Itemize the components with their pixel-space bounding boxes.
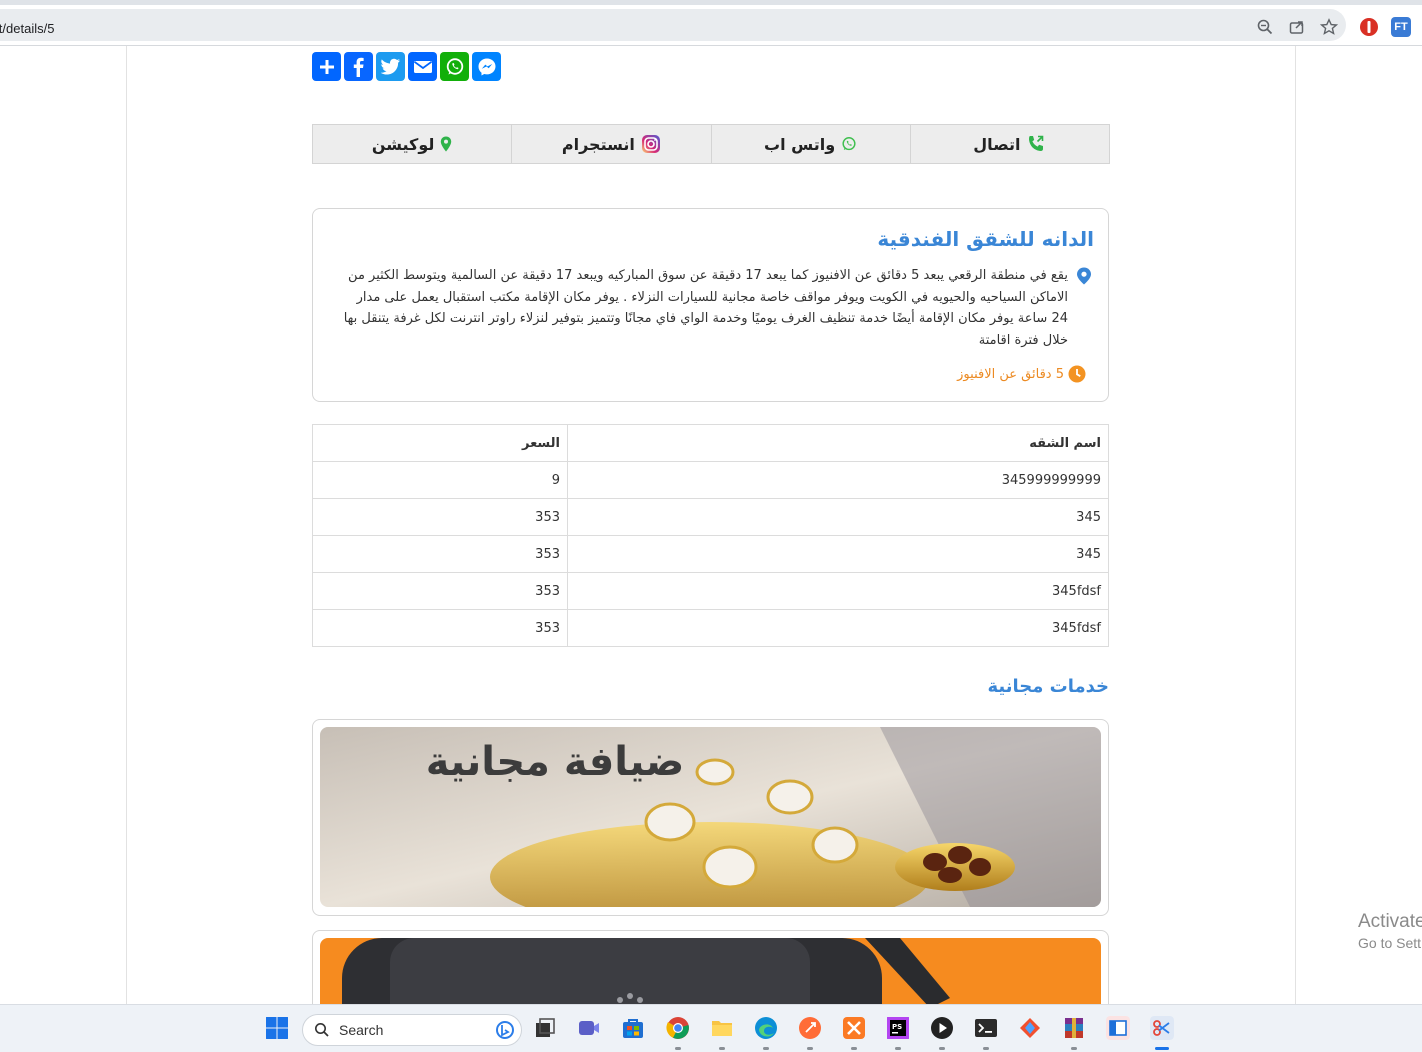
table-row: 345 353 xyxy=(312,498,1109,536)
terminal-icon[interactable] xyxy=(974,1016,998,1040)
xampp-icon[interactable] xyxy=(842,1016,866,1040)
hospitality-caption: ضيافة مجانية xyxy=(426,739,685,785)
extension-red-icon[interactable] xyxy=(1359,17,1379,37)
table-row: 345999999999 9 xyxy=(312,461,1109,499)
activation-watermark: Activate Go to Sett xyxy=(1358,911,1422,951)
call-label: اتصال xyxy=(973,134,1021,154)
apartment-price-cell: 9 xyxy=(312,461,568,499)
clock-icon xyxy=(1068,365,1086,383)
media-player-icon[interactable] xyxy=(930,1016,954,1040)
share-buttons xyxy=(312,52,501,82)
store-icon[interactable] xyxy=(621,1016,645,1040)
apartment-name-cell: 345 xyxy=(567,498,1109,536)
extension-ft-icon[interactable]: FT xyxy=(1391,17,1411,37)
instagram-button[interactable]: انستجرام xyxy=(511,125,710,163)
router-service-card xyxy=(312,930,1109,1004)
apartment-price-cell: 353 xyxy=(312,498,568,536)
windows-start-icon[interactable] xyxy=(265,1016,289,1040)
listing-title: الدانه للشقق الفندقية xyxy=(877,227,1094,251)
bookmark-star-icon[interactable] xyxy=(1320,18,1338,36)
table-row: 345fdsf 353 xyxy=(312,609,1109,647)
app-window-icon[interactable] xyxy=(1106,1016,1130,1040)
address-url[interactable]: ront/details/5 xyxy=(0,21,54,36)
whatsapp-icon[interactable] xyxy=(440,52,469,81)
search-placeholder: Search xyxy=(339,1022,384,1038)
container-right-border xyxy=(1295,46,1296,1004)
activation-line2: Go to Sett xyxy=(1358,935,1422,951)
whatsapp-small-icon xyxy=(842,137,856,151)
task-view-icon[interactable] xyxy=(533,1016,557,1040)
twitter-icon[interactable] xyxy=(376,52,405,81)
xampp-running-indicator xyxy=(851,1047,857,1050)
svg-text:PS: PS xyxy=(892,1023,902,1031)
instagram-label: انستجرام xyxy=(561,134,635,154)
hospitality-image: ضيافة مجانية xyxy=(320,727,1101,907)
git-icon[interactable] xyxy=(1018,1016,1042,1040)
facebook-icon[interactable] xyxy=(344,52,373,81)
phpstorm-running-indicator xyxy=(895,1047,901,1050)
winrar-icon[interactable] xyxy=(1062,1016,1086,1040)
email-icon[interactable] xyxy=(408,52,437,81)
duration-text: 5 دقائق عن الافنيوز xyxy=(957,366,1064,382)
edge-running-indicator xyxy=(763,1047,769,1050)
messenger-icon[interactable] xyxy=(472,52,501,81)
listing-info-card: الدانه للشقق الفندقية يقع في منطقة الرقع… xyxy=(312,208,1109,402)
share-page-icon[interactable] xyxy=(1288,18,1306,36)
whatsapp-button[interactable]: واتس اب xyxy=(710,125,910,163)
column-header-price: السعر xyxy=(312,424,568,462)
snipping-active-indicator xyxy=(1155,1047,1169,1050)
winrar-running-indicator xyxy=(1071,1047,1077,1050)
apartment-price-cell: 353 xyxy=(312,572,568,610)
table-row: 345 353 xyxy=(312,535,1109,573)
apartment-name-cell: 345fdsf xyxy=(567,572,1109,610)
postman-icon[interactable] xyxy=(798,1016,822,1040)
hospitality-service-card: ضيافة مجانية xyxy=(312,719,1109,916)
search-icon xyxy=(315,1023,329,1037)
apartment-price-cell: 353 xyxy=(312,609,568,647)
activation-line1: Activate xyxy=(1358,911,1422,932)
explorer-running-indicator xyxy=(719,1047,725,1050)
chrome-icon[interactable] xyxy=(666,1016,690,1040)
free-services-title: خدمات مجانية xyxy=(987,676,1109,697)
browser-toolbar: ront/details/5 FT xyxy=(0,5,1422,46)
table-header-row: اسم الشقه السعر xyxy=(312,424,1109,462)
map-pin-icon xyxy=(1077,267,1091,285)
table-row: 345fdsf 353 xyxy=(312,572,1109,610)
whatsapp-label: واتس اب xyxy=(764,134,836,154)
page-content: اتصال واتس اب انستجرام لوكيشن الدانه للش… xyxy=(0,46,1422,1004)
location-label: لوكيشن xyxy=(371,134,435,154)
contact-bar: اتصال واتس اب انستجرام لوكيشن xyxy=(312,124,1110,164)
call-button[interactable]: اتصال xyxy=(909,125,1109,163)
windows-taskbar: Search PS xyxy=(0,1004,1422,1052)
apartment-price-cell: 353 xyxy=(312,535,568,573)
media-running-indicator xyxy=(939,1047,945,1050)
zoom-icon[interactable] xyxy=(1256,18,1274,36)
apartment-name-cell: 345999999999 xyxy=(567,461,1109,499)
address-bar[interactable]: ront/details/5 xyxy=(0,9,1346,41)
bing-icon[interactable] xyxy=(495,1020,515,1040)
taskbar-search[interactable]: Search xyxy=(302,1014,522,1046)
listing-description: يقع في منطقة الرقعي يبعد 5 دقائق عن الاف… xyxy=(343,268,1068,348)
phpstorm-icon[interactable]: PS xyxy=(886,1016,910,1040)
snipping-tool-icon[interactable] xyxy=(1150,1016,1174,1040)
chrome-running-indicator xyxy=(675,1047,681,1050)
router-image xyxy=(320,938,1101,1004)
apartment-price-table: اسم الشقه السعر 345999999999 9 345 353 3… xyxy=(312,424,1109,647)
duration-row: 5 دقائق عن الافنيوز xyxy=(957,365,1086,383)
apartment-name-cell: 345 xyxy=(567,535,1109,573)
container-left-border xyxy=(126,46,127,1004)
location-pin-icon xyxy=(441,136,452,152)
file-explorer-icon[interactable] xyxy=(710,1016,734,1040)
edge-icon[interactable] xyxy=(754,1016,778,1040)
postman-running-indicator xyxy=(807,1047,813,1050)
location-button[interactable]: لوكيشن xyxy=(313,125,511,163)
teams-icon[interactable] xyxy=(577,1016,601,1040)
extension-ft-label: FT xyxy=(1394,21,1408,33)
phone-icon xyxy=(1029,135,1044,151)
add-share-icon[interactable] xyxy=(312,52,341,81)
instagram-icon xyxy=(641,135,660,153)
apartment-name-cell: 345fdsf xyxy=(567,609,1109,647)
column-header-name: اسم الشقه xyxy=(567,424,1109,462)
terminal-running-indicator xyxy=(983,1047,989,1050)
